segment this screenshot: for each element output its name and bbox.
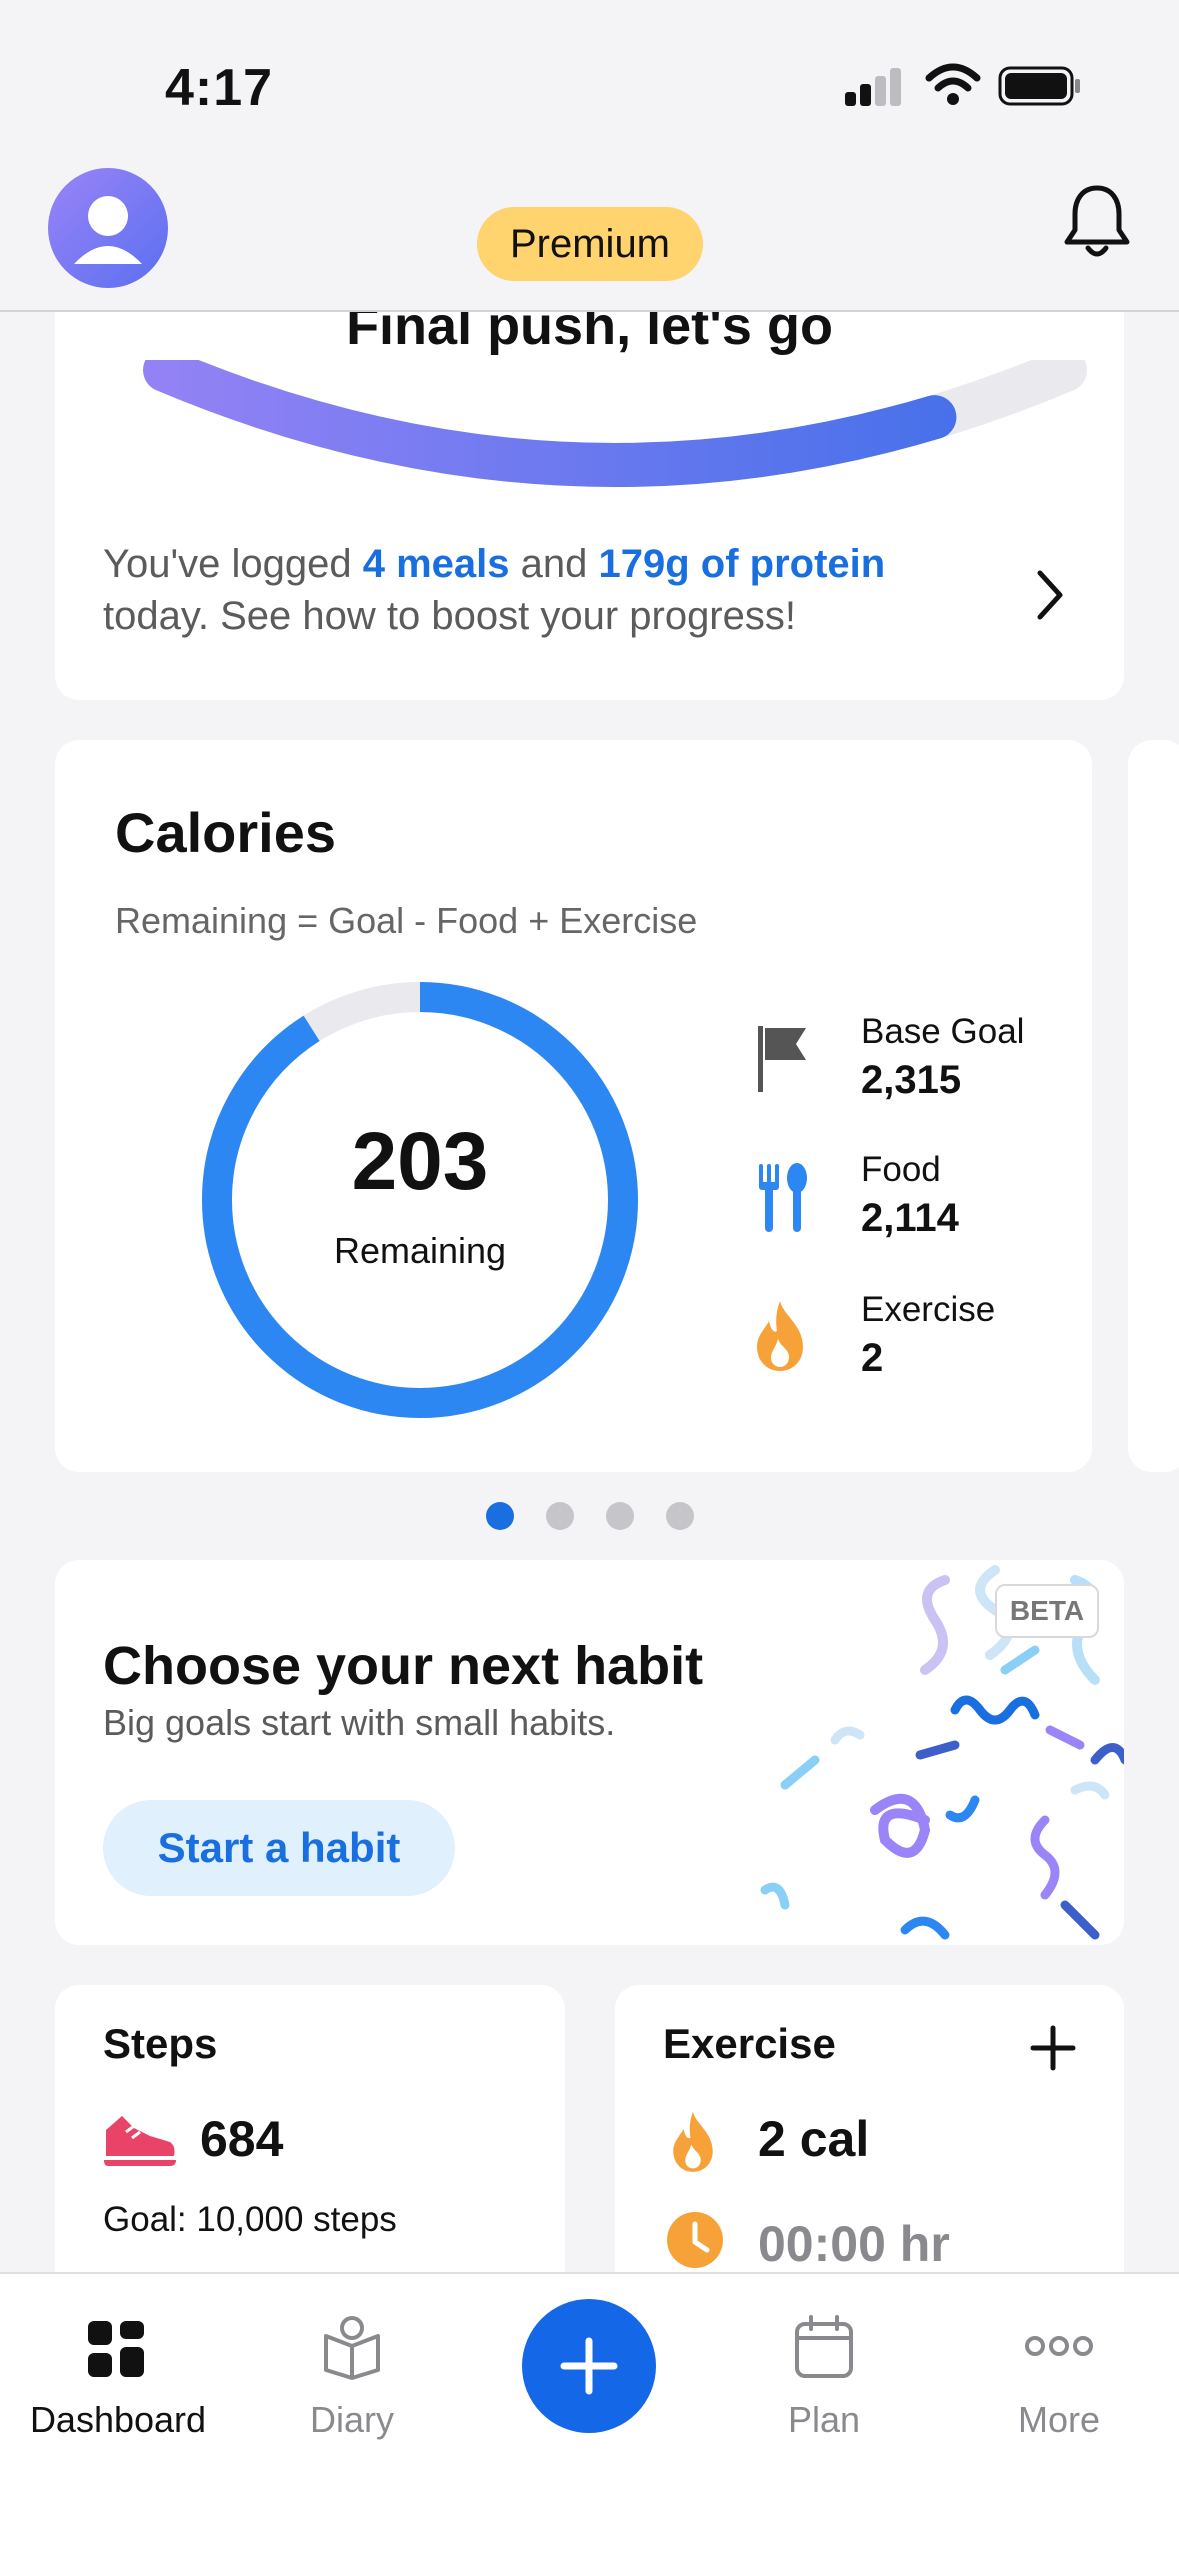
exercise-calories: 2 cal — [758, 2111, 870, 2167]
fork-spoon-icon — [759, 1163, 807, 1232]
beta-badge: BETA — [995, 1584, 1099, 1638]
flame-icon — [757, 1301, 803, 1371]
calories-title: Calories — [115, 801, 336, 864]
status-time: 4:17 — [165, 59, 274, 117]
page-dot-1[interactable] — [486, 1502, 514, 1530]
tab-more-label: More — [1017, 2399, 1101, 2440]
remaining-value: 203 — [351, 1116, 489, 1207]
exercise-value: 2 — [861, 1336, 884, 1380]
carousel-pagination — [0, 1502, 1179, 1532]
add-entry-button[interactable] — [522, 2299, 656, 2433]
steps-title: Steps — [103, 2020, 218, 2067]
flag-icon — [758, 1026, 806, 1092]
food-label: Food — [861, 1150, 941, 1189]
page-dot-3[interactable] — [606, 1502, 634, 1530]
calendar-icon — [795, 2315, 853, 2378]
next-carousel-card[interactable] — [1128, 740, 1179, 1472]
habit-subtitle: Big goals start with small habits. — [103, 1702, 616, 1743]
exercise-duration: 00:00 hr — [758, 2216, 950, 2272]
exercise-title: Exercise — [663, 2020, 836, 2067]
clock-icon — [667, 2212, 723, 2268]
tab-dashboard-label: Dashboard — [29, 2399, 207, 2440]
chevron-right-icon[interactable] — [1030, 565, 1070, 625]
dashboard-icon — [88, 2321, 144, 2377]
more-icon — [1025, 2336, 1093, 2356]
page-dot-4[interactable] — [666, 1502, 694, 1530]
steps-goal: Goal: 10,000 steps — [103, 2200, 397, 2239]
progress-summary: You've logged 4 meals and 179g of protei… — [103, 542, 886, 638]
food-value: 2,114 — [861, 1196, 959, 1240]
start-habit-button[interactable]: Start a habit — [103, 1800, 455, 1896]
tab-dashboard[interactable]: Dashboard — [18, 2274, 218, 2474]
habit-card[interactable]: BETA Choose your next habit Big goals st… — [55, 1560, 1124, 1945]
tab-plan-label: Plan — [787, 2399, 861, 2440]
diary-icon — [324, 2316, 380, 2380]
tab-more[interactable]: More — [959, 2274, 1159, 2474]
protein-amount: 179g of protein — [598, 542, 886, 586]
status-bar: 4:17 — [0, 0, 1179, 160]
add-exercise-icon[interactable] — [1028, 2023, 1078, 2073]
page-dot-2[interactable] — [546, 1502, 574, 1530]
remaining-label: Remaining — [333, 1230, 507, 1271]
progress-arc — [143, 360, 1087, 487]
sneaker-icon — [104, 2116, 176, 2166]
wifi-icon — [925, 63, 981, 105]
base-goal-label: Base Goal — [861, 1012, 1025, 1051]
habit-title: Choose your next habit — [103, 1636, 704, 1696]
user-icon — [74, 196, 142, 264]
meals-count: 4 meals — [362, 542, 510, 586]
profile-avatar[interactable] — [48, 168, 168, 288]
cellular-signal-icon — [845, 66, 903, 106]
premium-badge[interactable]: Premium — [477, 207, 703, 281]
tab-plan[interactable]: Plan — [724, 2274, 924, 2474]
tab-diary[interactable]: Diary — [252, 2274, 452, 2474]
calories-card[interactable]: Calories Remaining = Goal - Food + Exerc… — [55, 740, 1092, 1472]
plus-icon — [560, 2337, 618, 2395]
exercise-label: Exercise — [861, 1290, 996, 1329]
base-goal-value: 2,315 — [861, 1058, 962, 1102]
app-header: Premium — [0, 160, 1179, 312]
battery-icon — [998, 66, 1080, 106]
calories-formula: Remaining = Goal - Food + Exercise — [115, 900, 698, 941]
flame-icon — [673, 2111, 713, 2172]
bottom-tab-bar: Dashboard Diary Plan More — [0, 2272, 1179, 2558]
tab-diary-label: Diary — [309, 2399, 394, 2440]
notification-bell-icon[interactable] — [1060, 182, 1134, 262]
steps-value: 684 — [200, 2111, 284, 2167]
